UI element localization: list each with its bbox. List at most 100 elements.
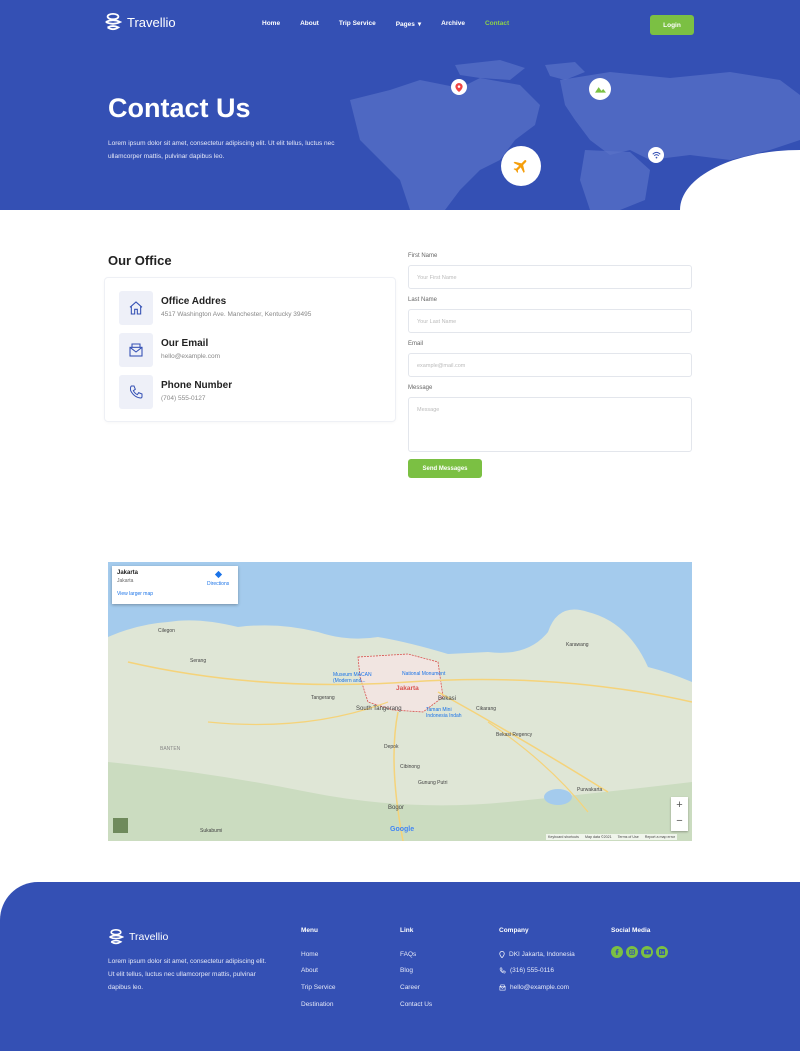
wifi-icon (648, 147, 664, 163)
mail-icon (119, 333, 153, 367)
map-label: Cibinong (400, 764, 420, 770)
globe-logo-icon (109, 929, 124, 945)
office-phone-text: (704) 555-0127 (161, 395, 206, 402)
footer-link-column: Link FAQs Blog Career Contact Us (400, 927, 432, 1012)
map-label: Purwakarta (577, 787, 603, 793)
footer-link[interactable]: Blog (400, 963, 432, 980)
footer-menu-link[interactable]: About (301, 963, 335, 980)
footer-social-title: Social Media (611, 927, 651, 934)
map-label: South Tangerang (356, 706, 402, 712)
map-label: Jakarta (396, 685, 419, 692)
office-title: Our Office (108, 253, 172, 268)
google-logo: Google (390, 826, 415, 833)
airplane-icon (501, 146, 541, 186)
footer-menu-title: Menu (301, 927, 318, 934)
location-icon (499, 950, 505, 958)
report-error-link[interactable]: Report a map error (645, 835, 675, 839)
phone-icon (499, 967, 506, 974)
zoom-in-button[interactable]: + (671, 797, 688, 813)
map-label: BANTEN (160, 746, 181, 752)
map-label: Depok (384, 744, 399, 750)
hero-description: Lorem ipsum dolor sit amet, consectetur … (108, 140, 335, 160)
footer-link[interactable]: Contact Us (400, 996, 432, 1013)
footer-menu-link[interactable]: Home (301, 946, 335, 963)
chevron-down-icon: ▾ (417, 21, 422, 28)
first-name-label: First Name (408, 253, 438, 259)
map-label: Serang (190, 658, 207, 664)
directions-link[interactable]: Directions (207, 570, 229, 587)
map-label: National Monument (402, 671, 446, 677)
map-label: Bogor (388, 805, 405, 811)
office-address-title: Office Addres (161, 296, 227, 307)
map-label: Taman Mini Indonesia Indah (426, 707, 462, 719)
nav-contact[interactable]: Contact (485, 20, 509, 28)
map-label: Tangerang (311, 695, 335, 701)
company-location: DKI Jakarta, Indonesia (499, 946, 575, 963)
map-label: Gunung Putri (418, 780, 448, 786)
globe-logo-icon (105, 13, 122, 31)
map-label: Sukabumi (200, 828, 223, 834)
map-label: Bekasi (438, 696, 457, 702)
nav-about[interactable]: About (300, 20, 319, 28)
map-label: Karawang (566, 642, 589, 648)
phone-icon (119, 375, 153, 409)
map-label: Bekasi Regency (496, 732, 533, 738)
footer-link[interactable]: FAQs (400, 946, 432, 963)
footer-link-title: Link (400, 927, 414, 934)
footer-menu-link[interactable]: Destination (301, 996, 335, 1013)
send-messages-button[interactable]: Send Messages (408, 459, 482, 478)
office-address-text: 4517 Washington Ave. Manchester, Kentuck… (161, 311, 312, 318)
email-label: Email (408, 341, 424, 347)
office-email-text: hello@example.com (161, 353, 220, 360)
last-name-input[interactable]: Your Last Name (408, 309, 692, 333)
office-address-item: Office Addres 4517 Washington Ave. Manch… (119, 291, 311, 325)
brand-name: Travellio (127, 14, 176, 30)
map-zoom-control: + − (671, 797, 688, 831)
instagram-icon[interactable] (626, 946, 638, 958)
nav-archive[interactable]: Archive (441, 20, 465, 28)
zoom-out-button[interactable]: − (671, 813, 688, 829)
directions-icon (214, 570, 222, 579)
office-phone-item: Phone Number (704) 555-0127 (119, 375, 232, 409)
login-button[interactable]: Login (650, 15, 694, 35)
youtube-icon[interactable] (641, 946, 653, 958)
last-name-label: Last Name (408, 297, 438, 303)
linkedin-icon[interactable] (656, 946, 668, 958)
map-place-card: Jakarta Jakarta View larger map Directio… (112, 566, 238, 604)
email-input[interactable]: example@mail.com (408, 353, 692, 377)
footer-menu-column: Menu Home About Trip Service Destination (301, 927, 335, 1012)
social-icons (611, 946, 668, 958)
footer-link[interactable]: Career (400, 979, 432, 996)
footer-company-column: Company DKI Jakarta, Indonesia (316) 555… (499, 927, 575, 996)
first-name-input[interactable]: Your First Name (408, 265, 692, 289)
footer-logo[interactable]: Travellio (108, 928, 168, 946)
top-navbar: Travellio Home About Trip Service Pages ▾… (0, 12, 800, 36)
mountain-icon (589, 78, 611, 100)
company-phone[interactable]: (316) 555-0116 (499, 963, 575, 980)
nav-pages[interactable]: Pages ▾ (396, 20, 421, 28)
footer-menu-link[interactable]: Trip Service (301, 979, 335, 996)
keyboard-shortcuts-link[interactable]: Keyboard shortcuts (548, 835, 579, 839)
office-email-title: Our Email (161, 338, 209, 349)
terms-link[interactable]: Terms of Use (618, 835, 639, 839)
nav-trip-service[interactable]: Trip Service (339, 20, 376, 28)
facebook-icon[interactable] (611, 946, 623, 958)
view-larger-map-link[interactable]: View larger map (117, 591, 233, 597)
location-pin-icon (451, 79, 467, 95)
home-icon (119, 291, 153, 325)
office-card: Office Addres 4517 Washington Ave. Manch… (104, 277, 396, 422)
map-label: Cilegon (158, 628, 175, 634)
main-menu: Home About Trip Service Pages ▾ Archive C… (262, 20, 529, 28)
footer-description: Lorem ipsum dolor sit amet, consectetur … (108, 958, 267, 991)
page-title: Contact Us (108, 93, 251, 123)
map-attribution: Keyboard shortcuts Map data ©2021 Terms … (546, 834, 678, 840)
brand-logo[interactable]: Travellio (104, 12, 176, 32)
office-email-item: Our Email hello@example.com (119, 333, 220, 367)
footer-company-title: Company (499, 927, 529, 934)
office-phone-title: Phone Number (161, 380, 233, 391)
footer-social-column: Social Media (611, 927, 668, 958)
message-textarea[interactable]: Message (408, 397, 692, 452)
nav-home[interactable]: Home (262, 20, 280, 28)
company-email[interactable]: hello@example.com (499, 979, 575, 996)
message-label: Message (408, 385, 433, 391)
